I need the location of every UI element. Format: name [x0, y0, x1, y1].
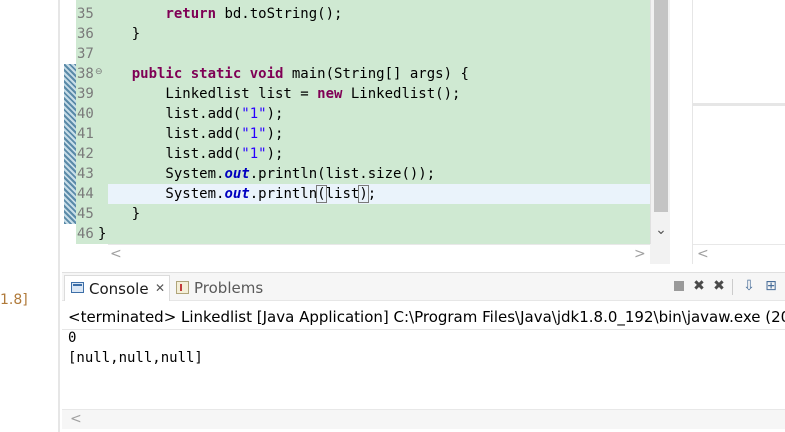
tab-console[interactable]: Console ✕ — [64, 275, 170, 301]
scroll-left-icon[interactable]: < — [697, 246, 709, 262]
code-line[interactable]: } — [98, 24, 140, 44]
terminate-icon[interactable] — [670, 277, 688, 295]
code-line[interactable]: public static void main(String[] args) { — [98, 64, 469, 84]
code-token: } — [98, 26, 141, 42]
code-token: } — [98, 206, 141, 222]
code-line[interactable]: list.add("1"); — [98, 104, 283, 124]
code-line[interactable]: } — [98, 224, 106, 244]
code-token: list.add( — [98, 126, 242, 142]
editor-scroll-thumb[interactable] — [654, 0, 668, 212]
code-token: public static void — [131, 66, 284, 82]
code-token: ); — [266, 146, 284, 162]
code-token: bd.toString(); — [216, 6, 343, 22]
code-token: list.add( — [98, 146, 242, 162]
code-token: list.add( — [98, 106, 242, 122]
code-line[interactable]: } — [98, 204, 140, 224]
scroll-left-icon[interactable]: < — [70, 411, 82, 427]
code-token: System. — [98, 186, 225, 202]
code-token: "1" — [241, 146, 267, 162]
editor-vertical-scrollbar[interactable]: ⌄ — [650, 0, 670, 244]
code-token: return — [165, 6, 217, 22]
code-line[interactable]: return bd.toString(); — [98, 4, 342, 24]
left-strip-divider — [58, 0, 60, 432]
left-strip: 1.8] — [0, 0, 60, 432]
code-lines: 35 return bd.toString(); 36 } 37 38 ⊖ public… — [62, 0, 650, 244]
scroll-corner — [650, 244, 670, 264]
tab-problems[interactable]: Problems — [172, 275, 272, 301]
code-token: .println — [249, 186, 318, 202]
code-token: out — [224, 186, 250, 202]
code-editor[interactable]: 35 return bd.toString(); 36 } 37 38 ⊖ public… — [62, 0, 670, 264]
code-token: .println(list.size()); — [249, 166, 436, 182]
console-icon — [71, 282, 84, 293]
outline-panel: < — [692, 0, 785, 264]
code-token: list — [325, 186, 360, 202]
remove-all-terminated-icon[interactable]: ✖ — [710, 277, 728, 295]
code-token: "1" — [241, 126, 267, 142]
code-line[interactable]: System.out.println(list.size()); — [98, 164, 435, 184]
line-number: 37 — [77, 46, 94, 62]
code-token: System. — [98, 166, 225, 182]
code-token: new — [317, 86, 343, 102]
close-icon[interactable]: ✕ — [155, 281, 165, 295]
scroll-left-icon[interactable]: < — [110, 246, 122, 262]
tab-console-label: Console — [89, 280, 149, 298]
console-output-line: 0 — [68, 330, 77, 346]
editor-horizontal-scrollbar[interactable]: < > — [108, 244, 650, 264]
scroll-right-icon[interactable]: > — [634, 246, 646, 262]
console-output-line: [null,null,null] — [68, 350, 203, 366]
console-status-line: <terminated> Linkedlist [Java Applicatio… — [68, 308, 785, 326]
console-view: Console ✕ Problems ✖ ✖ ⇩ ⊞ <terminated> … — [62, 272, 785, 432]
left-strip-label: 1.8] — [0, 292, 28, 308]
view-tab-bar: Console ✕ Problems ✖ ✖ ⇩ ⊞ — [62, 273, 785, 301]
scroll-lock-icon[interactable]: ⇩ — [740, 277, 758, 295]
panel-divider — [693, 103, 785, 106]
tab-problems-label: Problems — [194, 279, 264, 297]
code-token: ); — [266, 106, 284, 122]
outline-horizontal-scrollbar[interactable]: < — [693, 244, 785, 264]
toolbar-separator — [732, 279, 733, 295]
scroll-down-icon[interactable]: ⌄ — [653, 222, 669, 242]
code-token: main(String[] args) { — [283, 66, 469, 82]
code-line[interactable]: list.add("1"); — [98, 124, 283, 144]
code-token: ; — [367, 186, 377, 202]
code-line[interactable]: Linkedlist list = new Linkedlist(); — [98, 84, 460, 104]
code-token: out — [224, 166, 250, 182]
code-token: Linkedlist(); — [342, 86, 461, 102]
code-token: "1" — [241, 106, 267, 122]
problems-icon — [176, 281, 189, 294]
code-token: ( — [316, 185, 327, 203]
code-token: } — [98, 226, 107, 242]
console-divider — [62, 329, 785, 330]
code-line[interactable]: System.out.println(list); — [98, 184, 376, 204]
remove-launch-icon[interactable]: ✖ — [690, 277, 708, 295]
code-token: ); — [266, 126, 284, 142]
console-horizontal-scrollbar[interactable]: < — [62, 409, 785, 429]
code-line[interactable]: list.add("1"); — [98, 144, 283, 164]
code-token: ) — [358, 185, 369, 203]
code-token: Linkedlist list = — [98, 86, 318, 102]
pin-console-icon[interactable]: ⊞ — [762, 277, 780, 295]
